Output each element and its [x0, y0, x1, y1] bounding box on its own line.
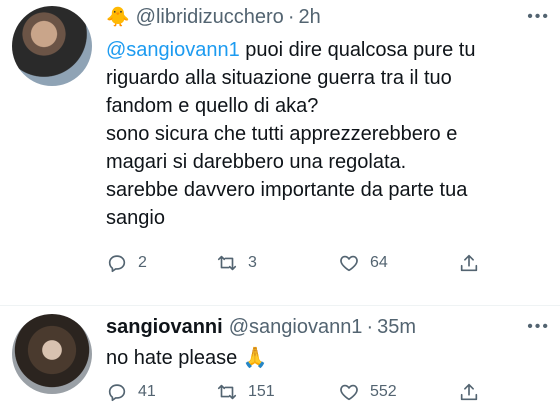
handle[interactable]: @sangiovann1 — [229, 316, 363, 339]
mention-link[interactable]: @sangiovann1 — [106, 39, 240, 61]
retweet-icon — [217, 384, 237, 400]
retweet-count: 151 — [248, 383, 275, 400]
like-button[interactable]: 552 — [338, 381, 397, 403]
tweet[interactable]: sangiovanni @sangiovann1 · 35m ••• no ha… — [0, 306, 560, 420]
reply-icon — [108, 384, 126, 402]
share-button[interactable] — [458, 381, 480, 403]
like-icon — [340, 384, 358, 401]
tweet-line: sono sicura che tutti apprezzerebbero e — [106, 123, 458, 145]
reply-button[interactable]: 41 — [106, 381, 156, 403]
like-icon — [340, 255, 358, 272]
separator-dot: · — [287, 5, 295, 28]
chick-emoji: 🐥 — [106, 7, 130, 28]
like-count: 64 — [370, 254, 388, 271]
tweet-line: magari si darebbero una regolata. — [106, 151, 407, 173]
display-name[interactable]: sangiovanni — [106, 316, 223, 339]
share-icon — [460, 254, 478, 272]
timestamp[interactable]: 35m — [377, 316, 416, 339]
retweet-button[interactable]: 3 — [216, 252, 257, 274]
avatar[interactable] — [12, 314, 92, 394]
reply-count: 41 — [138, 383, 156, 400]
tweet-actions: 41 151 552 — [106, 381, 536, 407]
reply-button[interactable]: 2 — [106, 252, 147, 274]
tweet-line: riguardo alla situazione guerra tra il t… — [106, 67, 452, 89]
tweet-line: @sangiovann1 puoi dire qualcosa pure tu — [106, 36, 550, 64]
avatar[interactable] — [12, 6, 92, 86]
tweet-text: @sangiovann1 puoi dire qualcosa pure tu … — [106, 36, 550, 232]
retweet-button[interactable]: 151 — [216, 381, 275, 403]
tweet-text: no hate please 🙏 — [106, 344, 550, 372]
share-icon — [460, 383, 478, 401]
tweet-line: sangio — [106, 207, 165, 229]
timestamp[interactable]: 2h — [298, 6, 320, 29]
tweet-line-text: puoi dire qualcosa pure tu — [239, 39, 476, 61]
tweet-line: sarebbe davvero importante da parte tua — [106, 179, 468, 201]
reply-count: 2 — [138, 254, 147, 271]
retweet-icon — [217, 255, 237, 271]
tweet-line: no hate please 🙏 — [106, 344, 550, 372]
share-button[interactable] — [458, 252, 480, 274]
like-count: 552 — [370, 383, 397, 400]
tweet-actions: 2 3 64 — [106, 252, 536, 278]
tweet[interactable]: 🐥 @libridizucchero · 2h ••• @sangiovann1… — [0, 0, 560, 305]
folded-hands-emoji: 🙏 — [242, 347, 268, 369]
like-button[interactable]: 64 — [338, 252, 388, 274]
tweet-header: 🐥 @libridizucchero · 2h — [106, 4, 321, 30]
more-options-icon[interactable]: ••• — [527, 8, 550, 26]
reply-icon — [108, 255, 126, 273]
tweet-line-text: no hate please — [106, 347, 238, 369]
handle[interactable]: @libridizucchero — [136, 6, 284, 29]
retweet-count: 3 — [248, 254, 257, 271]
separator-dot: · — [366, 315, 374, 338]
tweet-line: fandom e quello di aka? — [106, 95, 319, 117]
more-options-icon[interactable]: ••• — [527, 318, 550, 336]
tweet-header: sangiovanni @sangiovann1 · 35m — [106, 314, 416, 340]
